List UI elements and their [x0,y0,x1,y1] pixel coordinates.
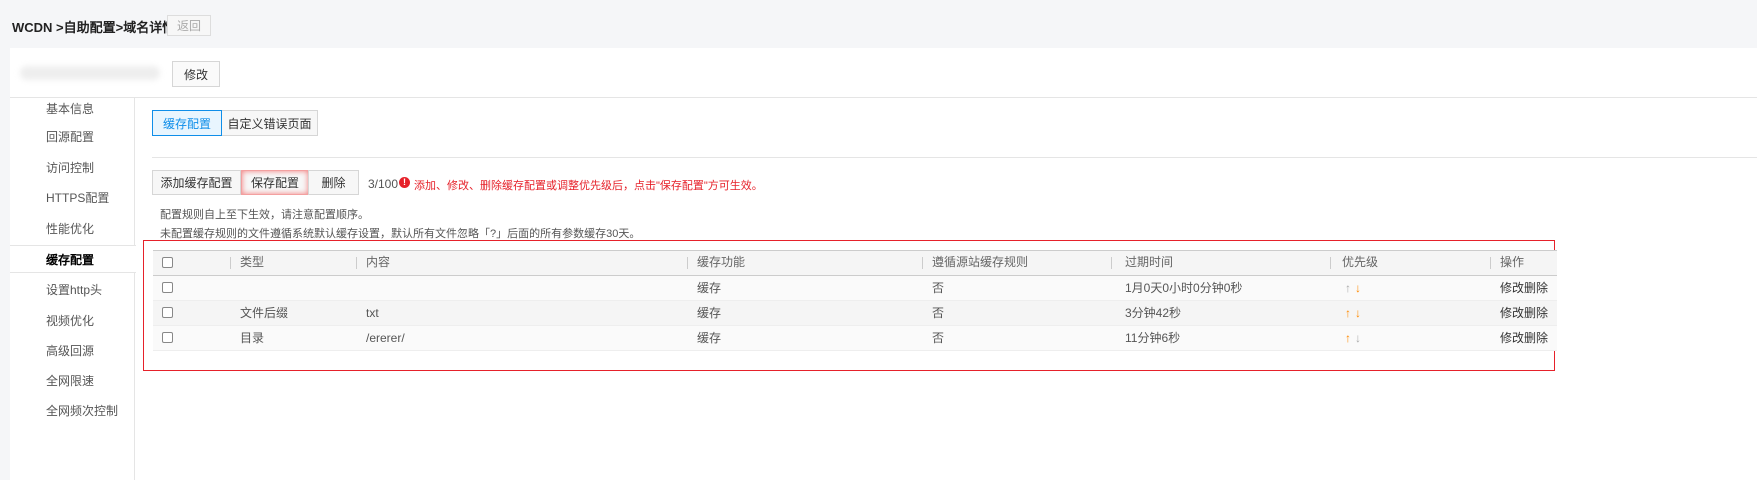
column-header: 类型 [240,255,265,269]
cell-follow: 否 [932,281,945,295]
select-all-checkbox[interactable] [162,257,173,268]
cell-expire: 11分钟6秒 [1125,331,1181,345]
cell-follow: 否 [932,306,945,320]
sidebar-item[interactable]: 基本信息 [10,95,135,123]
column-divider [1330,257,1331,269]
domain-name-blurred [20,66,160,80]
cell-cache: 缓存 [697,306,722,320]
tab-custom-error-page[interactable]: 自定义错误页面 [221,110,318,136]
cell-content: txt [366,306,379,320]
column-header: 内容 [366,255,391,269]
sidebar-item[interactable]: 性能优化 [10,215,135,243]
note: 配置规则自上至下生效，请注意配置顺序。 [160,209,369,221]
sidebar-item[interactable]: 全网限速 [10,367,135,395]
priority-up-icon[interactable]: ↑ [1345,326,1351,351]
cell-cache: 缓存 [697,281,722,295]
cell-content: /ererer/ [366,331,405,345]
edit-domain-button[interactable]: 修改 [172,61,220,87]
priority-down-icon[interactable]: ↓ [1355,301,1361,326]
column-header: 操作 [1500,255,1525,269]
column-divider [922,257,923,269]
cell-expire: 1月0天0小时0分钟0秒 [1125,281,1243,295]
sidebar-item[interactable]: 视频优化 [10,307,135,335]
priority-up-icon: ↑ [1345,281,1351,295]
column-divider [1111,257,1112,269]
delete-button[interactable]: 删除 [308,170,359,195]
row-checkbox[interactable] [162,282,173,293]
warning-text: 添加、修改、删除缓存配置或调整优先级后，点击"保存配置"方可生效。 [414,180,763,192]
delete-link[interactable]: 删除 [1524,276,1548,301]
delete-link[interactable]: 删除 [1524,326,1548,351]
sidebar-item[interactable]: 回源配置 [10,123,135,151]
column-divider [687,257,688,269]
column-divider [230,257,231,269]
add-cache-config-button[interactable]: 添加缓存配置 [152,170,241,195]
delete-link[interactable]: 删除 [1524,301,1548,326]
save-config-button[interactable]: 保存配置 [241,170,309,195]
edit-link[interactable]: 修改 [1500,276,1524,301]
cell-type: 文件后缀 [240,306,289,320]
row-checkbox[interactable] [162,307,173,318]
warning-icon: ! [399,177,410,188]
sidebar: 基本信息 回源配置访问控制 HTTPS配置 性能优化 缓存配置设置http头 视频优化 高级… [10,95,136,480]
sidebar-item[interactable]: HTTPS配置 [10,184,135,212]
sidebar-item[interactable]: 高级回源 [10,337,135,365]
column-divider [356,257,357,269]
cell-expire: 3分钟42秒 [1125,306,1182,320]
priority-up-icon[interactable]: ↑ [1345,301,1351,326]
cell-follow: 否 [932,331,945,345]
note: 未配置缓存规则的文件遵循系统默认缓存设置，默认所有文件忽略「?」后面的所有参数缓… [160,228,641,240]
divider [10,97,1757,98]
sidebar-item[interactable]: 缓存配置 [10,245,136,273]
breadcrumb: WCDN >自助配置>域名详情 [12,20,176,35]
sidebar-item[interactable]: 设置http头 [10,276,135,304]
column-divider [1490,257,1491,269]
column-header: 过期时间 [1125,255,1174,269]
edit-link[interactable]: 修改 [1500,326,1524,351]
edit-link[interactable]: 修改 [1500,301,1524,326]
cell-cache: 缓存 [697,331,722,345]
divider [152,157,1757,158]
cache-table: 类型 内容 缓存功能 遵循源站缓存规则 过期时间 优先级 操作 缓存否 1月0天0小时0分钟0秒… [153,250,1557,351]
sidebar-item[interactable]: 访问控制 [10,154,135,182]
priority-down-icon: ↓ [1355,331,1361,345]
sidebar-item[interactable]: 全网频次控制 [10,397,135,425]
back-button[interactable]: 返回 [167,15,211,36]
column-header: 优先级 [1342,255,1379,269]
config-count: 3/100 [368,177,399,191]
row-checkbox[interactable] [162,332,173,343]
cell-type: 目录 [240,331,265,345]
priority-down-icon[interactable]: ↓ [1355,276,1361,301]
column-header: 遵循源站缓存规则 [932,255,1029,269]
column-header: 缓存功能 [697,255,746,269]
tab-cache-config[interactable]: 缓存配置 [152,110,222,136]
